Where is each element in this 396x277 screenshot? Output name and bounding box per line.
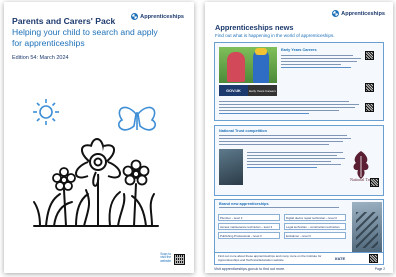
text-line — [247, 161, 331, 163]
text-line — [219, 135, 347, 137]
news-subtitle: Find out what is happening in the world … — [215, 33, 335, 38]
apprenticeships-logo-icon — [131, 13, 139, 20]
text-line — [219, 207, 339, 209]
apprenticeships-logo: Apprenticeships — [332, 10, 385, 17]
apprenticeships-logo: Apprenticeships — [131, 13, 184, 20]
apprenticeships-logo-icon — [332, 10, 340, 17]
news-title: Apprenticeships news — [215, 23, 294, 32]
qr-code-icon[interactable] — [174, 254, 185, 265]
footer-text: Find out more about these apprenticeship… — [218, 254, 322, 262]
cover-qr-label: Scan to visit the website — [160, 251, 171, 264]
oak-leaf-logo-icon — [353, 151, 369, 179]
qr-code-icon[interactable] — [365, 51, 374, 60]
text-line — [281, 58, 361, 60]
section-heading: Brand new apprenticeships — [219, 202, 269, 206]
text-line — [281, 61, 357, 63]
footer-box: Find out more about these apprenticeship… — [214, 252, 384, 265]
qr-code-icon[interactable] — [370, 178, 379, 187]
cover-title: Parents and Carers' Pack — [12, 16, 116, 26]
edition-label: Edition 54: March 2024 — [12, 55, 69, 61]
text-line — [219, 104, 359, 106]
table-cell: Plumber – level 2 — [218, 214, 280, 221]
document-viewer: Apprenticeships Parents and Carers' Pack… — [0, 0, 396, 277]
qr-code-icon[interactable] — [365, 103, 374, 112]
text-line — [219, 107, 355, 109]
table-cell: Digital device repair technician – level… — [284, 214, 346, 221]
text-line — [219, 110, 339, 112]
table-cell: Publishing Professional – level 3 — [218, 232, 280, 239]
costume-hat — [255, 48, 267, 55]
ifate-logo: IfATE — [335, 256, 346, 261]
large-flower-icon — [75, 138, 121, 187]
new-apprenticeships-section: Brand new apprenticeships Plumber – leve… — [214, 199, 384, 253]
text-line — [247, 158, 345, 160]
early-years-badges: GOV.UK Early Years Careers — [219, 85, 277, 96]
logo-text: Apprenticeships — [140, 13, 184, 20]
national-trust-section: National Trust competition National Trus… — [214, 125, 384, 196]
cover-subtitle: Helping your child to search and apply f… — [12, 27, 158, 48]
section-heading: National Trust competition — [219, 129, 267, 133]
text-line — [281, 55, 353, 57]
early-years-photo — [219, 47, 277, 83]
text-line — [247, 164, 341, 166]
logo-text: Apprenticeships — [341, 10, 385, 17]
sun-icon — [33, 99, 59, 125]
costume-figure — [227, 52, 245, 82]
grass-icon — [33, 179, 159, 227]
early-years-careers-badge: Early Years Careers — [248, 85, 277, 96]
text-line — [219, 141, 343, 143]
early-years-section: GOV.UK Early Years Careers Early Years C… — [214, 42, 384, 121]
text-line — [219, 144, 329, 146]
flower-illustration — [33, 99, 159, 227]
bottom-link[interactable]: Visit apprenticeships.gov.uk to find out… — [214, 267, 285, 271]
staircase-photo — [352, 202, 382, 252]
small-flower-left-icon — [52, 167, 76, 191]
section-heading: Early Years Careers — [281, 48, 317, 52]
table-cell: Access maintenance technician – level 3 — [218, 223, 280, 230]
qr-code-icon[interactable] — [369, 254, 378, 263]
cover-page: Apprenticeships Parents and Carers' Pack… — [4, 2, 194, 273]
text-line — [247, 155, 337, 157]
news-page: Apprenticeships Apprenticeships news Fin… — [205, 2, 393, 273]
text-link[interactable] — [281, 67, 351, 69]
text-line — [281, 64, 341, 66]
govuk-badge: GOV.UK — [219, 85, 248, 96]
text-link[interactable] — [219, 113, 309, 115]
small-flower-right-icon — [122, 159, 150, 186]
text-line — [219, 138, 351, 140]
text-line — [247, 152, 343, 154]
text-line — [219, 101, 349, 103]
butterfly-icon — [118, 106, 156, 131]
page-number: Page 2 — [374, 267, 385, 271]
text-link[interactable] — [247, 167, 317, 169]
garden-photo — [219, 149, 243, 185]
table-cell: Legal technician – construction technici… — [284, 223, 346, 230]
qr-code-icon[interactable] — [365, 83, 374, 92]
table-cell: Embalmer – level 3 — [284, 232, 346, 239]
